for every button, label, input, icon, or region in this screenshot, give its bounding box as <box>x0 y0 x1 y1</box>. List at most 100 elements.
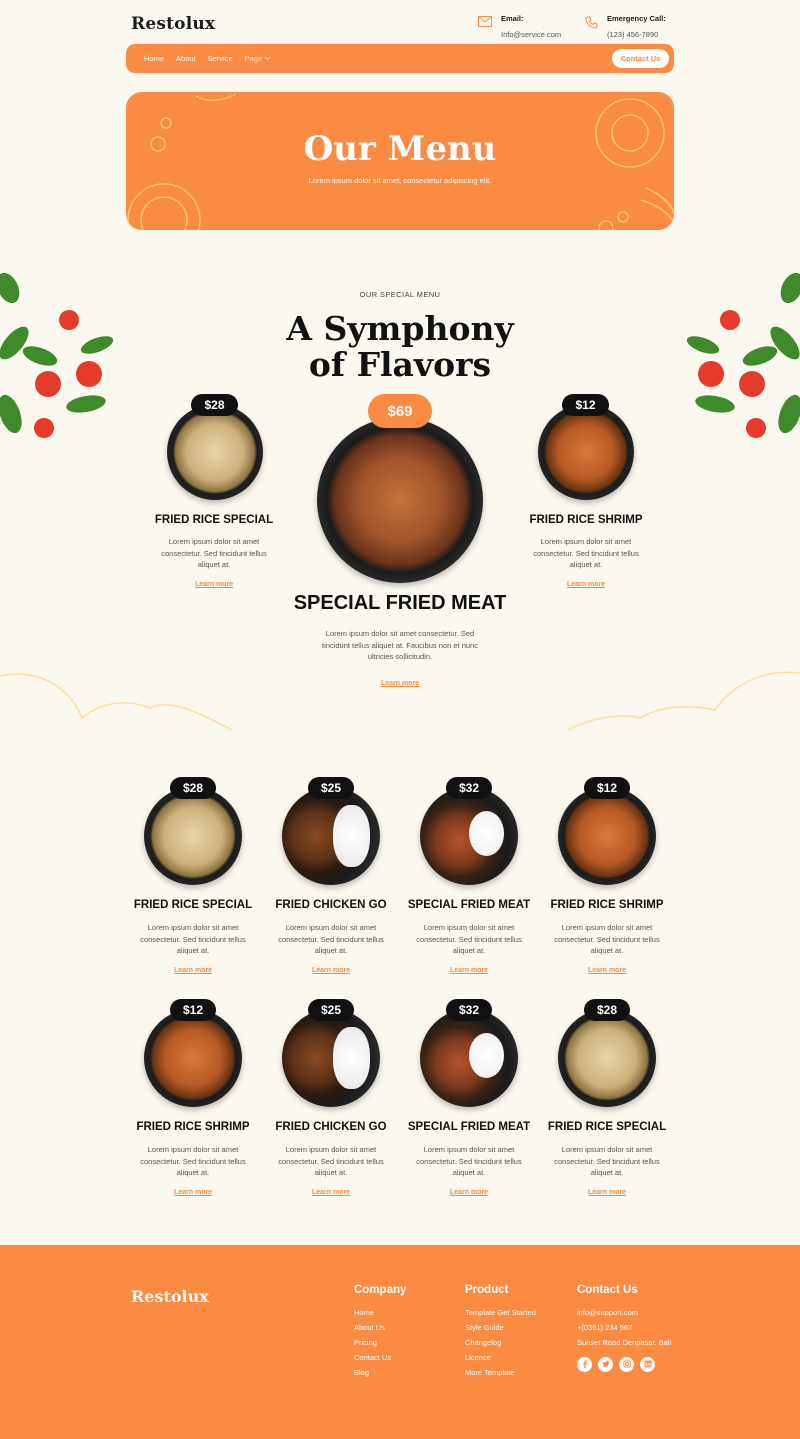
dish-title: FRIED RICE SPECIAL <box>547 1121 667 1133</box>
footer-link-get-started[interactable]: Template Get Started <box>465 1305 536 1320</box>
dish-image <box>558 1009 656 1107</box>
dish-title: FRIED RICE SPECIAL <box>133 899 253 911</box>
dish-description: Lorem ipsum dolor sit amet consectetur. … <box>533 537 639 569</box>
price-badge: $28 <box>170 777 216 799</box>
price-badge-featured: $69 <box>368 394 432 428</box>
dish-title: SPECIAL FRIED MEAT <box>407 1121 531 1133</box>
nav-page[interactable]: Page <box>245 54 272 63</box>
logo[interactable]: Restolux <box>131 14 215 34</box>
phone-label: Emergency Call: <box>607 14 666 23</box>
footer-product-title: Product <box>465 1284 509 1296</box>
footer-link-contact[interactable]: Contact Us <box>354 1350 406 1365</box>
navbar: Home About Service Page Contact Us <box>126 44 674 73</box>
dish-image-fried-rice-shrimp <box>538 404 634 500</box>
dish-title: FRIED RICE SHRIMP <box>136 1121 250 1133</box>
learn-more-link[interactable]: Learn more <box>536 581 636 588</box>
price-badge: $25 <box>308 777 354 799</box>
learn-more-link[interactable]: Learn more <box>281 1189 381 1196</box>
dish-image-special-fried-meat <box>317 417 483 583</box>
learn-more-link[interactable]: Learn more <box>419 967 519 974</box>
dish-description: Lorem ipsum dolor sit amet consectetur. … <box>416 1145 522 1177</box>
footer-company: Company Home About Us Pricing Contact Us… <box>354 1284 406 1380</box>
price-badge: $32 <box>446 999 492 1021</box>
footer-link-licence[interactable]: Licence <box>465 1350 536 1365</box>
hero-banner: Our Menu Lorem ipsum dolor sit amet, con… <box>126 92 674 230</box>
section-title-line1: A Symphony <box>286 309 514 348</box>
dish-description: Lorem ipsum dolor sit amet consectetur. … <box>554 1145 660 1177</box>
dish-title: SPECIAL FRIED MEAT <box>407 899 531 911</box>
dish-image <box>420 1009 518 1107</box>
cloud-decoration <box>0 671 800 731</box>
nav-links: Home About Service Page <box>144 54 271 63</box>
dish-image <box>144 787 242 885</box>
nav-home[interactable]: Home <box>144 54 164 63</box>
chevron-down-icon <box>264 56 271 61</box>
learn-more-link[interactable]: Learn more <box>557 1189 657 1196</box>
dish-description: Lorem ipsum dolor sit amet consectetur. … <box>554 923 660 955</box>
email-value[interactable]: Info@service.com <box>501 30 561 39</box>
dish-description: Lorem ipsum dolor sit amet consectetur. … <box>278 923 384 955</box>
footer-email[interactable]: info@support.com <box>577 1305 677 1320</box>
email-info: Email: Info@service.com <box>478 14 561 39</box>
footer-link-blog[interactable]: Blog <box>354 1365 406 1380</box>
price-badge: $12 <box>562 394 609 416</box>
dish-description: Lorem ipsum dolor sit amet consectetur. … <box>140 1145 246 1177</box>
nav-page-label: Page <box>244 54 263 63</box>
facebook-icon[interactable] <box>577 1356 592 1372</box>
mail-icon <box>478 16 492 27</box>
learn-more-link[interactable]: Learn more <box>281 967 381 974</box>
footer-contact-title: Contact Us <box>577 1284 638 1296</box>
dish-image <box>144 1009 242 1107</box>
page-title: Our Menu <box>303 129 497 169</box>
nav-service[interactable]: Service <box>208 54 233 63</box>
price-badge: $12 <box>170 999 216 1021</box>
dish-image <box>282 787 380 885</box>
instagram-icon[interactable] <box>619 1356 634 1372</box>
dish-title: FRIED CHICKEN GO <box>275 899 387 911</box>
dish-title: FRIED RICE SHRIMP <box>529 514 643 526</box>
footer-phone[interactable]: +(0361) 234 567 <box>577 1320 677 1335</box>
price-badge: $28 <box>584 999 630 1021</box>
twitter-icon[interactable] <box>598 1356 613 1372</box>
social-links <box>577 1356 677 1372</box>
dish-description: Lorem ipsum dolor sit amet consectetur. … <box>161 537 267 569</box>
learn-more-link[interactable]: Learn more <box>164 581 264 588</box>
dish-image-fried-rice-special <box>167 404 263 500</box>
footer-link-more-template[interactable]: More Template <box>465 1365 536 1380</box>
footer-link-style-guide[interactable]: Style Guide <box>465 1320 536 1335</box>
dish-title: FRIED RICE SPECIAL <box>154 514 274 526</box>
nav-about[interactable]: About <box>176 54 196 63</box>
footer: Restolux Company Home About Us Pricing C… <box>0 1245 800 1439</box>
linkedin-icon[interactable] <box>640 1356 655 1372</box>
footer-address: Sunset Road Denpasar, Bali <box>577 1338 672 1347</box>
contact-us-button[interactable]: Contact Us <box>612 49 669 68</box>
dish-title: FRIED CHICKEN GO <box>275 1121 387 1133</box>
section-title-line2: of Flavors <box>308 345 492 384</box>
phone-value[interactable]: (123) 456-7890 <box>607 30 666 39</box>
dish-description-featured: Lorem ipsum dolor sit amet consectetur. … <box>322 629 478 661</box>
price-badge: $28 <box>191 394 238 416</box>
dish-description: Lorem ipsum dolor sit amet consectetur. … <box>416 923 522 955</box>
dish-description: Lorem ipsum dolor sit amet consectetur. … <box>140 923 246 955</box>
price-badge: $32 <box>446 777 492 799</box>
footer-link-pricing[interactable]: Pricing <box>354 1335 406 1350</box>
learn-more-link[interactable]: Learn more <box>419 1189 519 1196</box>
learn-more-link[interactable]: Learn more <box>557 967 657 974</box>
footer-link-changelog[interactable]: Changelog <box>465 1335 536 1350</box>
footer-link-home[interactable]: Home <box>354 1305 406 1320</box>
footer-contact: Contact Us info@support.com +(0361) 234 … <box>577 1284 677 1372</box>
section-eyebrow: OUR SPECIAL MENU <box>359 290 441 299</box>
footer-link-about[interactable]: About Us <box>354 1320 406 1335</box>
price-badge: $25 <box>308 999 354 1021</box>
learn-more-link[interactable]: Learn more <box>143 1189 243 1196</box>
footer-logo[interactable]: Restolux <box>131 1287 209 1306</box>
footer-product: Product Template Get Started Style Guide… <box>465 1284 536 1380</box>
dish-image <box>420 787 518 885</box>
dish-description: Lorem ipsum dolor sit amet consectetur. … <box>278 1145 384 1177</box>
phone-icon <box>585 16 598 29</box>
section-title: A Symphony of Flavors <box>0 311 800 383</box>
learn-more-link[interactable]: Learn more <box>143 967 243 974</box>
price-badge: $12 <box>584 777 630 799</box>
dish-image <box>282 1009 380 1107</box>
dish-image <box>558 787 656 885</box>
